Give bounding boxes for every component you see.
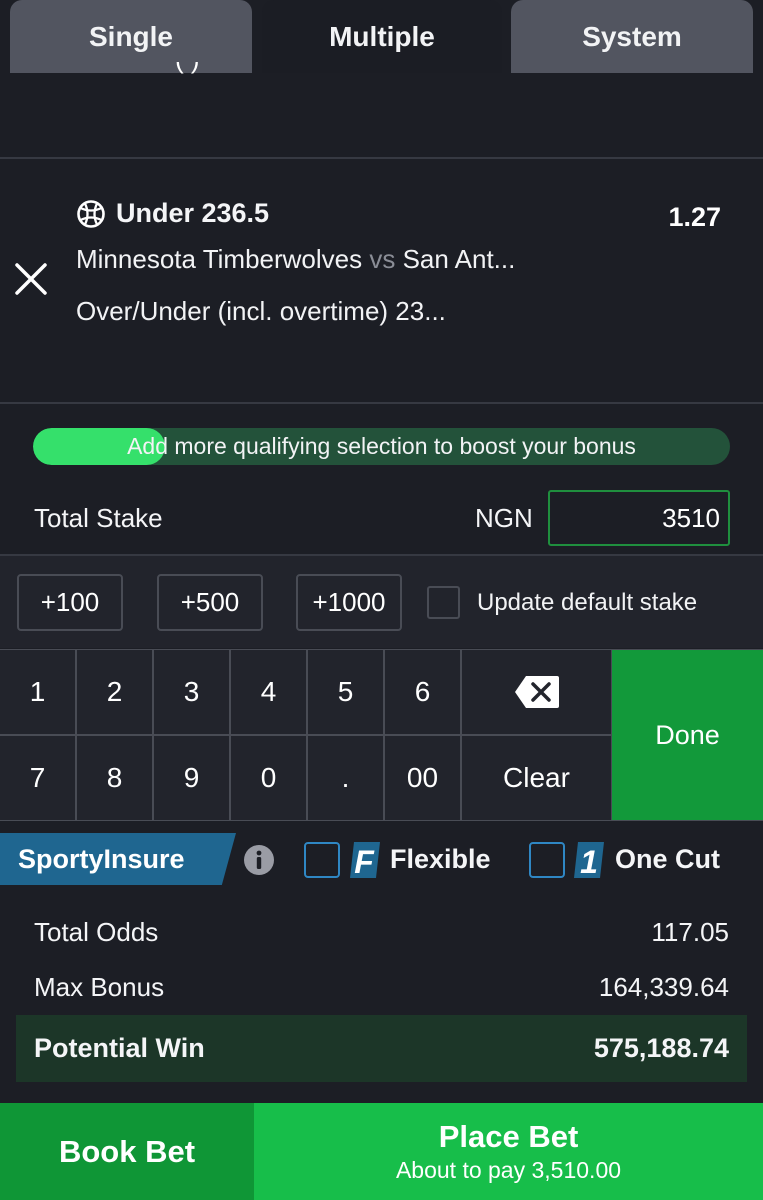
insure-row: SportyInsure F Flexible 1 One Cut: [0, 822, 763, 897]
one-cut-label: One Cut: [615, 844, 720, 874]
clipped-previous-selection-text: ( ): [175, 62, 395, 84]
away-team: San Ant...: [402, 244, 516, 274]
vs-label: vs: [369, 244, 396, 274]
home-team: Minnesota Timberwolves: [76, 244, 363, 274]
key-8[interactable]: 8: [77, 736, 152, 820]
currency-label: NGN: [475, 503, 533, 533]
key-0[interactable]: 0: [231, 736, 306, 820]
backspace-icon: [514, 676, 559, 708]
quick-stake-1000-button[interactable]: +1000: [296, 574, 402, 631]
about-to-pay-label: About to pay 3,510.00: [395, 1157, 622, 1183]
svg-text:F: F: [354, 844, 375, 878]
betslip: Single Multiple System ( ) Under 236.5 1…: [0, 0, 763, 1200]
divider: [0, 157, 763, 159]
one-cut-badge-icon: 1: [574, 842, 604, 878]
update-default-stake-checkbox[interactable]: [427, 586, 460, 619]
basketball-icon: [77, 199, 105, 228]
total-odds-value: 117.05: [651, 917, 729, 947]
flexible-badge-icon: F: [350, 842, 380, 878]
bonus-progress-bar: Add more qualifying selection to boost y…: [33, 428, 730, 465]
selection-title: Under 236.5: [76, 198, 269, 229]
key-1[interactable]: 1: [0, 650, 75, 734]
numeric-keypad: 1 2 3 4 5 6 7 8 9 0 . 00 Clear Done: [0, 649, 763, 821]
flexible-checkbox[interactable]: [304, 842, 340, 878]
svg-text:1: 1: [580, 844, 598, 878]
info-icon[interactable]: [243, 844, 275, 876]
clear-key[interactable]: Clear: [462, 736, 611, 820]
potential-win-row: Potential Win 575,188.74: [16, 1015, 747, 1082]
potential-win-value: 575,188.74: [593, 1033, 729, 1063]
quick-stake-row: +100 +500 +1000 Update default stake: [0, 556, 763, 648]
max-bonus-value: 164,339.64: [598, 972, 729, 1002]
place-bet-label: Place Bet: [438, 1119, 579, 1154]
tab-system[interactable]: System: [511, 0, 753, 73]
selection-match: Minnesota Timberwolves vs San Ant...: [76, 244, 515, 275]
one-cut-checkbox[interactable]: [529, 842, 565, 878]
close-icon[interactable]: [12, 260, 50, 298]
key-double-zero[interactable]: 00: [385, 736, 460, 820]
key-5[interactable]: 5: [308, 650, 383, 734]
key-2[interactable]: 2: [77, 650, 152, 734]
quick-stake-500-button[interactable]: +500: [157, 574, 263, 631]
bonus-progress-text: Add more qualifying selection to boost y…: [127, 433, 636, 459]
quick-stake-100-button[interactable]: +100: [17, 574, 123, 631]
key-9[interactable]: 9: [154, 736, 229, 820]
key-3[interactable]: 3: [154, 650, 229, 734]
key-6[interactable]: 6: [385, 650, 460, 734]
max-bonus-label: Max Bonus: [34, 972, 165, 1002]
sportyinsure-badge: SportyInsure: [0, 833, 236, 885]
total-odds-label: Total Odds: [34, 917, 159, 947]
selection-market: Over/Under (incl. overtime) 23...: [76, 296, 446, 326]
key-7[interactable]: 7: [0, 736, 75, 820]
divider: [0, 402, 763, 404]
bet-selection: Under 236.5 1.27 Minnesota Timberwolves …: [0, 160, 763, 403]
update-default-stake-label: Update default stake: [477, 589, 698, 616]
flexible-label: Flexible: [390, 844, 491, 874]
done-button[interactable]: Done: [612, 650, 763, 820]
selection-pick: Under 236.5: [116, 198, 270, 228]
key-4[interactable]: 4: [231, 650, 306, 734]
backspace-key[interactable]: [462, 650, 611, 734]
place-bet-button[interactable]: Place Bet About to pay 3,510.00: [254, 1103, 763, 1200]
potential-win-label: Potential Win: [34, 1033, 205, 1063]
key-decimal[interactable]: .: [308, 736, 383, 820]
selection-odds: 1.27: [668, 202, 721, 232]
book-bet-button[interactable]: Book Bet: [0, 1103, 254, 1200]
total-stake-label: Total Stake: [34, 503, 163, 533]
stake-input[interactable]: [548, 490, 730, 546]
